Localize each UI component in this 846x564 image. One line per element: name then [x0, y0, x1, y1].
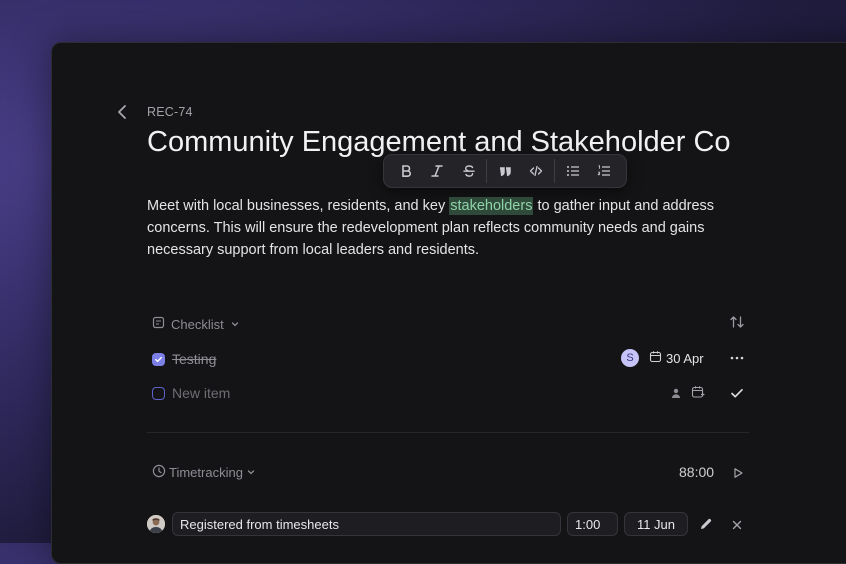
- bullet-list-icon[interactable]: [557, 158, 588, 184]
- calendar-add-icon[interactable]: [691, 385, 705, 399]
- toolbar-divider: [554, 159, 556, 183]
- more-options-icon[interactable]: [729, 350, 745, 366]
- highlighted-word: stakeholders: [449, 197, 534, 215]
- assign-user-icon[interactable]: [670, 386, 682, 398]
- calendar-icon: [649, 350, 662, 366]
- time-total: 88:00: [679, 464, 715, 480]
- checklist-icon: [152, 316, 165, 332]
- record-id: REC-74: [147, 105, 193, 119]
- checklist-item-text[interactable]: Testing: [172, 351, 216, 367]
- toolbar-divider: [486, 159, 488, 183]
- user-avatar: [147, 515, 165, 533]
- description-text-part: Meet with local businesses, residents, a…: [147, 198, 450, 214]
- italic-icon[interactable]: [421, 158, 452, 184]
- time-entry-date-button[interactable]: 11 Jun: [624, 512, 688, 536]
- chevron-down-icon: [230, 317, 240, 332]
- checkmark-icon[interactable]: [729, 385, 745, 401]
- play-icon[interactable]: [732, 466, 744, 478]
- numbered-list-icon[interactable]: [589, 158, 620, 184]
- new-item-row: New item: [152, 382, 748, 404]
- section-divider: [147, 432, 749, 433]
- chevron-down-icon: [246, 465, 256, 480]
- record-panel: [51, 42, 846, 564]
- timetracking-label: Timetracking: [169, 465, 243, 480]
- close-icon[interactable]: [731, 518, 743, 530]
- bold-icon[interactable]: [390, 158, 421, 184]
- assignee-avatar[interactable]: S: [621, 349, 639, 367]
- sort-icon[interactable]: [729, 314, 745, 330]
- item-checkbox[interactable]: [152, 352, 165, 366]
- checklist-label: Checklist: [171, 316, 224, 332]
- code-icon[interactable]: [521, 158, 552, 184]
- clock-icon: [152, 464, 166, 481]
- quote-icon[interactable]: [489, 158, 520, 184]
- new-item-input[interactable]: New item: [172, 385, 230, 401]
- timetracking-toggle[interactable]: Timetracking: [152, 464, 256, 481]
- strikethrough-icon[interactable]: [453, 158, 484, 184]
- new-item-checkbox[interactable]: [152, 386, 165, 400]
- pencil-icon[interactable]: [699, 517, 713, 531]
- due-date-text: 30 Apr: [666, 350, 704, 366]
- description-text[interactable]: Meet with local businesses, residents, a…: [147, 195, 747, 261]
- time-entry-duration-input[interactable]: 1:00: [567, 512, 618, 536]
- time-entry-description-input[interactable]: Registered from timesheets: [172, 512, 561, 536]
- checklist-toggle[interactable]: Checklist: [152, 316, 240, 332]
- format-toolbar: [383, 154, 627, 188]
- due-date[interactable]: 30 Apr: [649, 350, 704, 366]
- back-chevron-icon[interactable]: [115, 103, 131, 121]
